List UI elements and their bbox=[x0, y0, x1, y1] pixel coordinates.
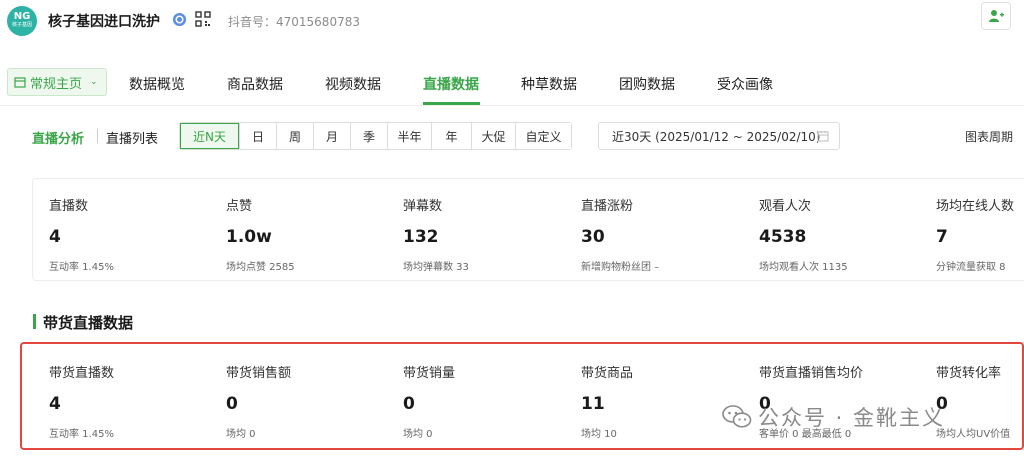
stat-label: 带货直播数 bbox=[49, 366, 115, 381]
stat-label: 弹幕数 bbox=[403, 199, 443, 214]
stat-sales-amount: 带货销售额 0 场均 0 bbox=[226, 362, 396, 440]
stat-label: 带货直播销售均价 bbox=[759, 366, 864, 381]
stat-sub: 新增购物粉丝团 – bbox=[581, 262, 660, 273]
stat-avg-online: 场均在线人数 7 分钟流量获取 8 bbox=[936, 195, 1024, 273]
tab-audience[interactable]: 受众画像 bbox=[717, 74, 773, 94]
stat-value: 0 bbox=[226, 394, 238, 414]
period-month[interactable]: 月 bbox=[313, 123, 350, 149]
stat-fans-gain: 直播涨粉 30 新增购物粉丝团 – bbox=[581, 195, 751, 273]
wechat-icon bbox=[722, 405, 752, 428]
stat-value: 4 bbox=[49, 394, 61, 414]
stat-sub: 互动率 1.45% bbox=[49, 429, 114, 440]
tab-overview[interactable]: 数据概览 bbox=[129, 74, 185, 94]
stat-label: 场均在线人数 bbox=[936, 199, 1015, 214]
chevron-down-icon: ⌄ bbox=[90, 77, 98, 87]
stat-views: 观看人次 4538 场均观看人次 1135 bbox=[759, 195, 929, 273]
sales-section-title: 带货直播数据 bbox=[33, 312, 133, 333]
add-follow-button[interactable] bbox=[981, 2, 1011, 30]
stat-label: 带货商品 bbox=[581, 366, 634, 381]
stat-value: 7 bbox=[936, 227, 948, 247]
period-selector: 近N天 日 周 月 季 半年 年 大促 自定义 bbox=[179, 122, 572, 150]
qrcode-icon[interactable] bbox=[195, 11, 211, 27]
period-promotion[interactable]: 大促 bbox=[471, 123, 515, 149]
live-stats-card: 直播数 4 互动率 1.45% 点赞 1.0w 场均点赞 2585 弹幕数 13… bbox=[32, 178, 1024, 281]
period-custom[interactable]: 自定义 bbox=[515, 123, 571, 149]
logo-text: NG bbox=[13, 11, 31, 22]
brand-logo[interactable]: NG 核子基因 bbox=[7, 6, 37, 36]
stat-sub: 互动率 1.45% bbox=[49, 262, 114, 273]
stat-value: 1.0w bbox=[226, 227, 272, 247]
stat-sub: 场均 0 bbox=[226, 429, 256, 440]
filter-row: 直播分析 直播列表 近N天 日 周 月 季 半年 年 大促 自定义 近30天 (… bbox=[0, 120, 1024, 152]
stat-label: 直播涨粉 bbox=[581, 199, 634, 214]
stat-sub: 场均观看人次 1135 bbox=[759, 262, 848, 273]
calendar-icon bbox=[817, 131, 829, 142]
stat-label: 观看人次 bbox=[759, 199, 812, 214]
period-week[interactable]: 周 bbox=[276, 123, 313, 149]
chart-period-label[interactable]: 图表周期 bbox=[965, 128, 1013, 145]
tab-products[interactable]: 商品数据 bbox=[227, 74, 283, 94]
tab-live[interactable]: 直播数据 bbox=[423, 74, 479, 94]
stat-value: 4 bbox=[49, 227, 61, 247]
watermark-text: 公众号 · 金靴主义 bbox=[758, 406, 946, 430]
tab-groupbuy[interactable]: 团购数据 bbox=[619, 74, 675, 94]
subtab-live-list[interactable]: 直播列表 bbox=[106, 128, 158, 147]
tab-videos[interactable]: 视频数据 bbox=[325, 74, 381, 94]
wechat-watermark: 公众号 · 金靴主义 bbox=[722, 399, 1024, 435]
home-dropdown-label: 常规主页 bbox=[30, 76, 83, 92]
stat-label: 直播数 bbox=[49, 199, 89, 214]
stat-value: 30 bbox=[581, 227, 605, 247]
stat-live-count: 直播数 4 互动率 1.45% bbox=[49, 195, 219, 273]
stat-danmaku: 弹幕数 132 场均弹幕数 33 bbox=[403, 195, 573, 273]
home-dropdown[interactable]: 常规主页 ⌄ bbox=[7, 68, 107, 96]
period-last-n-days[interactable]: 近N天 bbox=[180, 123, 239, 149]
app-header: NG 核子基因 核子基因进口洗护 抖音号：47015680783 bbox=[0, 0, 1024, 44]
date-range-text: 近30天 (2025/01/12 ~ 2025/02/10) bbox=[612, 129, 821, 144]
stat-sub: 分钟流量获取 8 bbox=[936, 262, 1006, 273]
period-half-year[interactable]: 半年 bbox=[387, 123, 431, 149]
active-tab-indicator bbox=[423, 102, 480, 105]
stat-label: 点赞 bbox=[226, 199, 253, 214]
stat-sub: 场均 0 bbox=[403, 429, 433, 440]
period-day[interactable]: 日 bbox=[239, 123, 276, 149]
add-user-icon bbox=[989, 10, 1004, 22]
verified-badge-icon bbox=[172, 12, 187, 27]
period-quarter[interactable]: 季 bbox=[350, 123, 387, 149]
subtab-divider bbox=[97, 129, 98, 143]
stat-value: 0 bbox=[403, 394, 415, 414]
stat-sub: 场均弹幕数 33 bbox=[403, 262, 469, 273]
stat-label: 带货销售额 bbox=[226, 366, 292, 381]
stat-sales-live-count: 带货直播数 4 互动率 1.45% bbox=[49, 362, 219, 440]
stat-value: 132 bbox=[403, 227, 439, 247]
stat-likes: 点赞 1.0w 场均点赞 2585 bbox=[226, 195, 396, 273]
douyin-account-id: 抖音号：47015680783 bbox=[228, 15, 360, 29]
main-nav: 常规主页 ⌄ 数据概览 商品数据 视频数据 直播数据 种草数据 团购数据 受众画… bbox=[0, 64, 1024, 106]
stat-value: 4538 bbox=[759, 227, 807, 247]
logo-subtext: 核子基因 bbox=[11, 22, 32, 28]
period-year[interactable]: 年 bbox=[431, 123, 471, 149]
calendar-home-icon bbox=[14, 77, 26, 88]
subtab-live-analysis[interactable]: 直播分析 bbox=[32, 128, 84, 147]
stat-sub: 场均点赞 2585 bbox=[226, 262, 295, 273]
date-range-picker[interactable]: 近30天 (2025/01/12 ~ 2025/02/10) bbox=[598, 122, 840, 150]
brand-name[interactable]: 核子基因进口洗护 bbox=[48, 11, 160, 31]
stat-label: 带货销量 bbox=[403, 366, 456, 381]
stat-label: 带货转化率 bbox=[936, 366, 1002, 381]
stat-sales-volume: 带货销量 0 场均 0 bbox=[403, 362, 573, 440]
tab-seeding[interactable]: 种草数据 bbox=[521, 74, 577, 94]
